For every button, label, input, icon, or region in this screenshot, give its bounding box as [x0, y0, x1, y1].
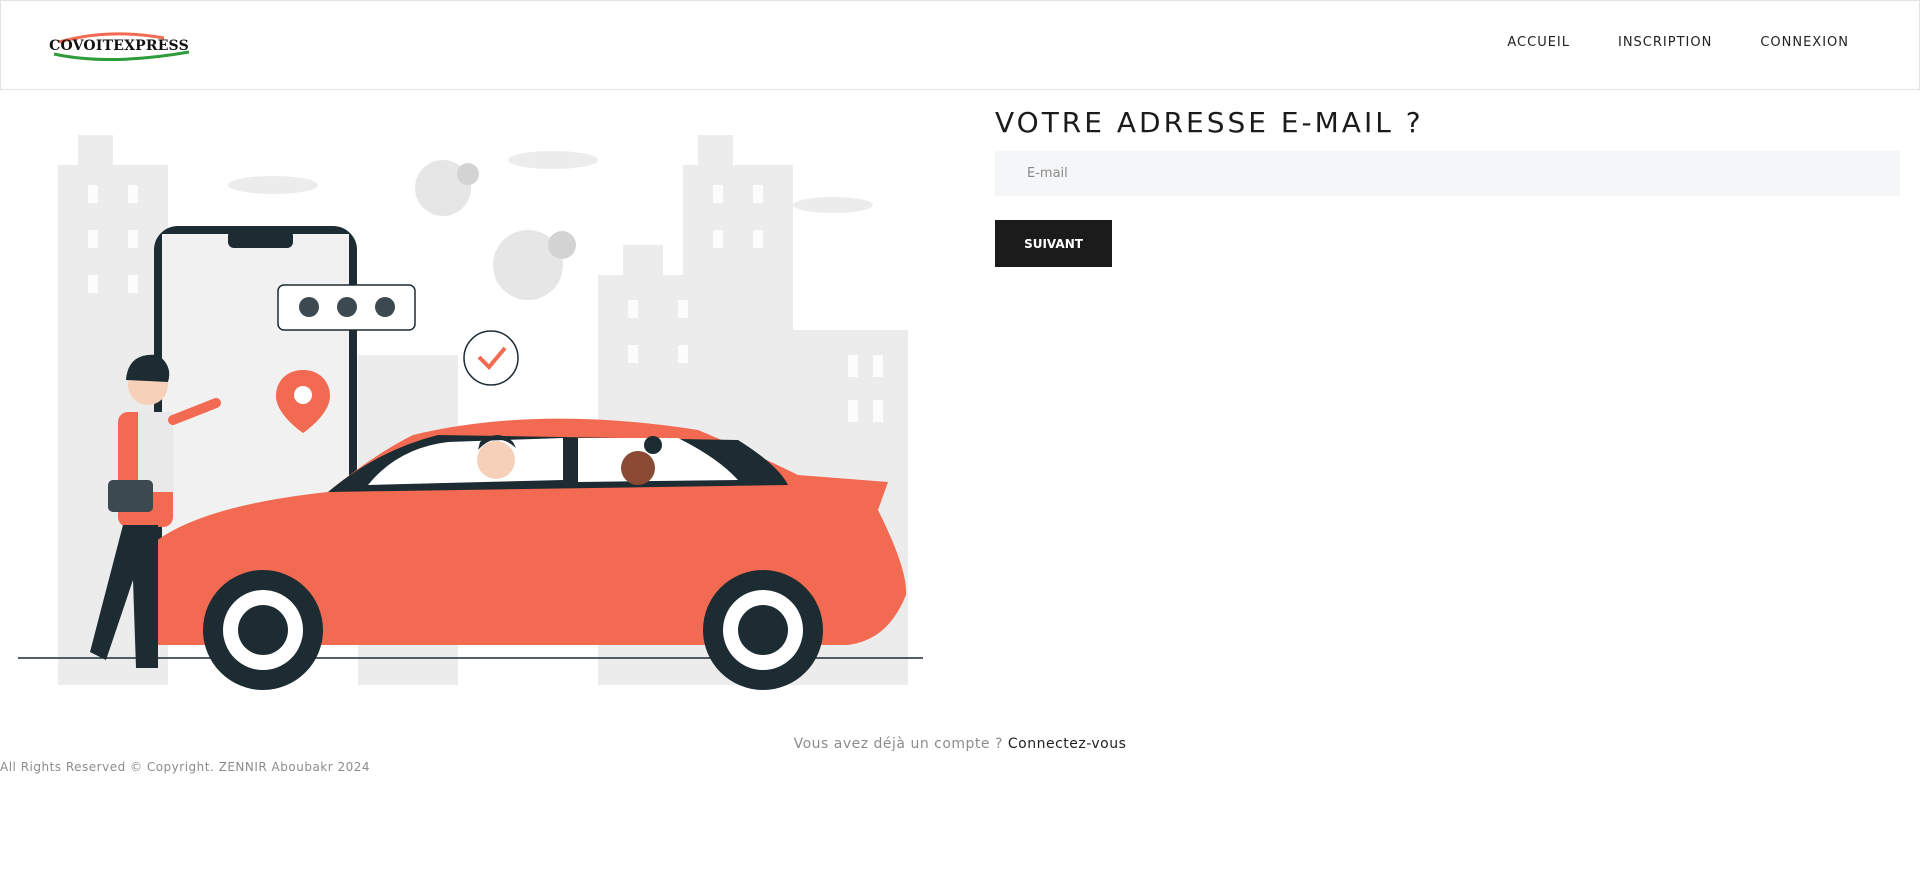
email-input[interactable]	[995, 151, 1900, 196]
nav-item-accueil[interactable]: ACCUEIL	[1507, 35, 1570, 50]
main-nav: ACCUEIL INSCRIPTION CONNEXION	[1507, 35, 1849, 50]
nav-item-inscription[interactable]: INSCRIPTION	[1618, 35, 1712, 50]
brand-logo[interactable]: COVOITEXPRESS	[39, 28, 199, 64]
nav-item-connexion[interactable]: CONNEXION	[1760, 35, 1849, 50]
carpool-illustration	[18, 135, 923, 690]
top-header: COVOITEXPRESS ACCUEIL INSCRIPTION CONNEX…	[0, 0, 1920, 90]
login-prompt-text: Vous avez déjà un compte ?	[793, 736, 1003, 752]
login-link[interactable]: Connectez-vous	[1008, 736, 1127, 752]
logo-text: COVOITEXPRESS	[49, 38, 189, 54]
page-title: VOTRE ADRESSE E-MAIL ?	[995, 106, 1424, 139]
login-prompt: Vous avez déjà un compte ? Connectez-vou…	[0, 736, 1920, 752]
copyright-text: All Rights Reserved © Copyright. ZENNIR …	[0, 760, 371, 774]
next-button[interactable]: SUIVANT	[995, 220, 1112, 267]
